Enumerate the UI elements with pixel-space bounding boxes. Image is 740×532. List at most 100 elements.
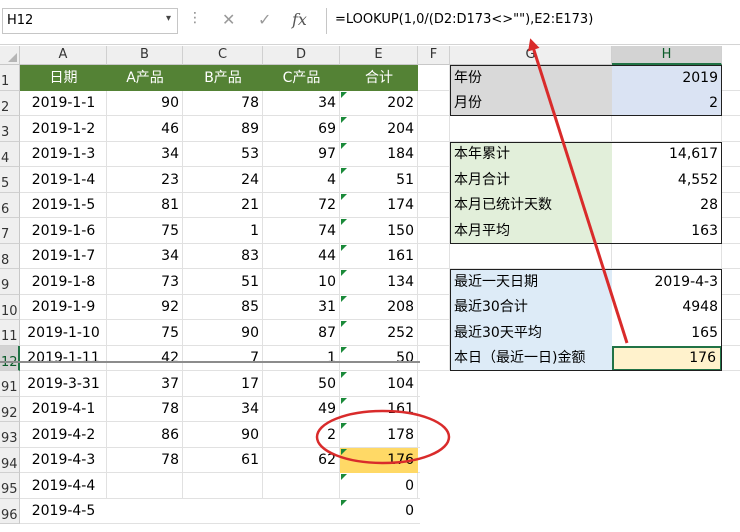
total-cell[interactable]: 150: [340, 218, 418, 244]
value-cell[interactable]: [107, 473, 183, 499]
date-cell[interactable]: 2019-1-1: [20, 91, 107, 116]
value-cell[interactable]: 61: [183, 448, 263, 473]
total-cell[interactable]: 50: [340, 346, 418, 371]
value-cell[interactable]: 78: [183, 91, 263, 116]
value-cell[interactable]: 90: [183, 320, 263, 346]
date-cell[interactable]: 2019-1-4: [20, 167, 107, 193]
value-cell[interactable]: 49: [263, 397, 340, 422]
value-cell[interactable]: 81: [107, 193, 183, 218]
total-cell[interactable]: 104: [340, 371, 418, 397]
column-header[interactable]: G: [450, 46, 612, 65]
value-cell[interactable]: 1: [183, 218, 263, 244]
value-cell[interactable]: 90: [183, 422, 263, 448]
chevron-down-icon[interactable]: ▾: [166, 13, 171, 24]
row-header[interactable]: 96: [0, 499, 20, 524]
column-header[interactable]: B: [107, 46, 183, 65]
value-cell[interactable]: 23: [107, 167, 183, 193]
date-cell[interactable]: 2019-4-2: [20, 422, 107, 448]
total-cell[interactable]: 204: [340, 116, 418, 142]
value-cell[interactable]: [183, 473, 263, 499]
value-cell[interactable]: 75: [107, 218, 183, 244]
date-cell[interactable]: 2019-3-31: [20, 371, 107, 397]
name-box[interactable]: H12 ▾: [2, 8, 178, 34]
date-cell[interactable]: 2019-4-4: [20, 473, 107, 499]
value-cell[interactable]: 90: [107, 91, 183, 116]
date-cell[interactable]: 2019-1-7: [20, 244, 107, 269]
value-cell[interactable]: 72: [263, 193, 340, 218]
value-cell[interactable]: 50: [263, 371, 340, 397]
value-cell[interactable]: [183, 499, 263, 524]
cancel-icon[interactable]: ✕: [222, 10, 235, 29]
value-cell[interactable]: 42: [107, 346, 183, 371]
total-cell[interactable]: 51: [340, 167, 418, 193]
row-header[interactable]: 91: [0, 371, 20, 397]
value-cell[interactable]: 34: [107, 142, 183, 167]
row-header[interactable]: 92: [0, 397, 20, 422]
total-cell[interactable]: 0: [340, 499, 418, 524]
date-cell[interactable]: 2019-1-2: [20, 116, 107, 142]
column-header[interactable]: C: [183, 46, 263, 65]
value-cell[interactable]: 24: [183, 167, 263, 193]
value-cell[interactable]: 44: [263, 244, 340, 269]
value-cell[interactable]: 69: [263, 116, 340, 142]
value-cell[interactable]: 34: [183, 397, 263, 422]
value-cell[interactable]: 85: [183, 295, 263, 320]
value-cell[interactable]: 75: [107, 320, 183, 346]
date-cell[interactable]: 2019-1-8: [20, 269, 107, 295]
value-cell[interactable]: 1: [263, 346, 340, 371]
row-header[interactable]: 11: [0, 320, 20, 346]
total-cell[interactable]: 0: [340, 473, 418, 499]
value-cell[interactable]: 97: [263, 142, 340, 167]
date-cell[interactable]: 2019-1-5: [20, 193, 107, 218]
value-cell[interactable]: 7: [183, 346, 263, 371]
value-cell[interactable]: 17: [183, 371, 263, 397]
value-cell[interactable]: [107, 499, 183, 524]
value-cell[interactable]: 4: [263, 167, 340, 193]
column-header[interactable]: D: [263, 46, 340, 65]
value-cell[interactable]: 62: [263, 448, 340, 473]
value-cell[interactable]: 78: [107, 448, 183, 473]
row-header[interactable]: 7: [0, 218, 20, 244]
row-header[interactable]: 6: [0, 193, 20, 218]
value-cell[interactable]: 34: [107, 244, 183, 269]
row-header[interactable]: 94: [0, 448, 20, 473]
total-cell[interactable]: 178: [340, 422, 418, 448]
table-header-cell[interactable]: 合计: [340, 65, 418, 91]
value-cell[interactable]: 87: [263, 320, 340, 346]
value-cell[interactable]: 51: [183, 269, 263, 295]
row-header[interactable]: 1: [0, 65, 20, 91]
date-cell[interactable]: 2019-1-10: [20, 320, 107, 346]
value-cell[interactable]: 21: [183, 193, 263, 218]
row-header[interactable]: 93: [0, 422, 20, 448]
enter-icon[interactable]: ✓: [258, 10, 271, 29]
total-cell[interactable]: 161: [340, 244, 418, 269]
table-header-cell[interactable]: A产品: [107, 65, 183, 91]
total-cell[interactable]: 134: [340, 269, 418, 295]
row-header[interactable]: 10: [0, 295, 20, 320]
row-header[interactable]: 95: [0, 473, 20, 499]
value-cell[interactable]: 73: [107, 269, 183, 295]
value-cell[interactable]: 2: [263, 422, 340, 448]
value-cell[interactable]: 86: [107, 422, 183, 448]
drag-handle-icon[interactable]: ⋮: [188, 10, 202, 26]
column-header[interactable]: A: [20, 46, 107, 65]
date-cell[interactable]: 2019-1-3: [20, 142, 107, 167]
row-header[interactable]: 4: [0, 142, 20, 167]
value-cell[interactable]: 34: [263, 91, 340, 116]
value-cell[interactable]: 92: [107, 295, 183, 320]
column-header[interactable]: E: [340, 46, 418, 65]
date-cell[interactable]: 2019-1-11: [20, 346, 107, 371]
date-cell[interactable]: 2019-4-3: [20, 448, 107, 473]
table-header-cell[interactable]: 日期: [20, 65, 107, 91]
formula-input[interactable]: =LOOKUP(1,0/(D2:D173<>""),E2:E173): [326, 8, 738, 34]
value-cell[interactable]: 83: [183, 244, 263, 269]
row-header[interactable]: 3: [0, 116, 20, 142]
table-header-cell[interactable]: C产品: [263, 65, 340, 91]
value-cell[interactable]: 37: [107, 371, 183, 397]
total-cell[interactable]: 161: [340, 397, 418, 422]
row-header[interactable]: 8: [0, 244, 20, 269]
total-cell[interactable]: 202: [340, 91, 418, 116]
select-all-corner[interactable]: [0, 46, 20, 65]
insert-function-icon[interactable]: fx: [292, 10, 307, 29]
value-cell[interactable]: [263, 499, 340, 524]
